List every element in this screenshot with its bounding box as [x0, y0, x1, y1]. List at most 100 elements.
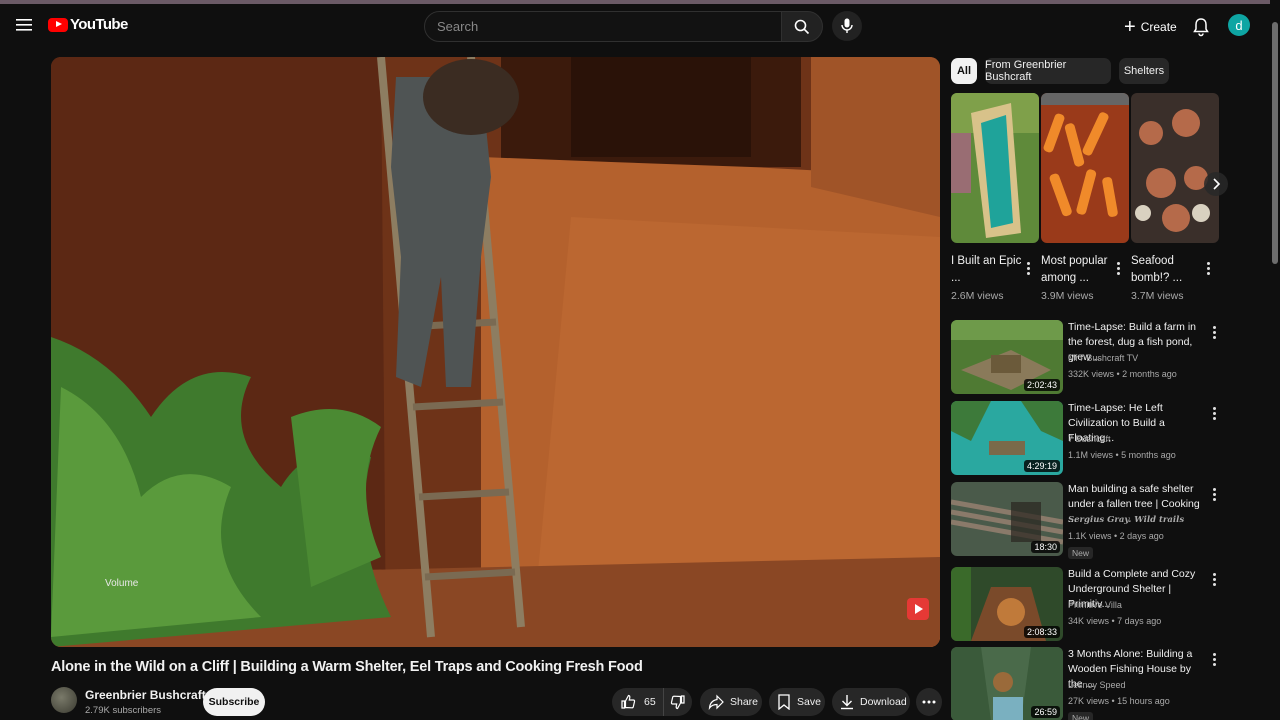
chevron-right-icon	[1213, 178, 1221, 190]
short-menu-button[interactable]	[1203, 258, 1213, 278]
video-menu-button[interactable]	[1209, 322, 1219, 342]
recommended-video[interactable]: 4:29:19 Time-Lapse: He Left Civilization…	[951, 401, 1221, 477]
notifications-bell-icon[interactable]	[1190, 16, 1212, 38]
youtube-logo[interactable]: YouTube	[48, 16, 128, 33]
more-vertical-icon	[1203, 258, 1213, 278]
account-avatar[interactable]: d	[1228, 14, 1250, 36]
recommended-video[interactable]: 2:02:43 Time-Lapse: Build a farm in the …	[951, 320, 1221, 396]
video-meta: 27K views • 15 hours ago	[1068, 696, 1170, 706]
channel-name[interactable]: MrT Bushcraft TV	[1068, 353, 1138, 363]
top-header: YouTube + Create d	[0, 4, 1280, 50]
more-vertical-icon	[1209, 484, 1219, 504]
new-badge: New	[1068, 547, 1094, 559]
dislike-button[interactable]	[664, 688, 692, 716]
volume-tooltip: Volume	[105, 578, 139, 589]
create-label: Create	[1140, 20, 1177, 34]
more-vertical-icon	[1209, 322, 1219, 342]
video-meta: 34K views • 7 days ago	[1068, 616, 1162, 626]
short-item[interactable]: Seafood bomb!? ... 3.7M views	[1131, 93, 1219, 302]
more-actions-button[interactable]	[916, 688, 942, 716]
chip-shelters[interactable]: Shelters	[1119, 58, 1169, 84]
short-menu-button[interactable]	[1023, 258, 1033, 278]
scrollbar-thumb[interactable]	[1272, 22, 1278, 264]
logo-text: YouTube	[70, 16, 128, 33]
channel-name[interactable]: Sergius Gray. Wild trails	[1068, 515, 1184, 525]
more-vertical-icon	[1023, 258, 1033, 278]
create-button[interactable]: + Create	[1116, 14, 1185, 40]
video-duration: 2:08:33	[1023, 626, 1060, 638]
video-thumbnail[interactable]: 26:59	[951, 647, 1063, 720]
short-views: 2.6M views	[951, 290, 1004, 302]
subscribe-button[interactable]: Subscribe	[203, 688, 265, 716]
video-menu-button[interactable]	[1209, 649, 1219, 669]
video-duration: 18:30	[1031, 541, 1060, 553]
recommended-video[interactable]: 18:30 Man building a safe shelter under …	[951, 482, 1221, 559]
save-label: Save	[797, 696, 821, 708]
short-title[interactable]: Seafood bomb!? ...	[1131, 253, 1203, 287]
save-button[interactable]: Save	[769, 688, 825, 716]
voice-search-button[interactable]	[832, 11, 862, 41]
video-menu-button[interactable]	[1209, 403, 1219, 423]
video-menu-button[interactable]	[1209, 569, 1219, 589]
new-badge: New	[1068, 712, 1094, 720]
shorts-next-button[interactable]	[1204, 172, 1228, 196]
video-menu-button[interactable]	[1209, 484, 1219, 504]
download-label: Download	[860, 696, 907, 708]
more-horizontal-icon	[922, 700, 936, 704]
microphone-icon	[841, 18, 853, 33]
thumbs-up-icon	[621, 694, 636, 709]
download-button[interactable]: Download	[832, 688, 910, 716]
recommended-video[interactable]: 2:08:33 Build a Complete and Cozy Underg…	[951, 567, 1221, 643]
video-duration: 26:59	[1031, 706, 1060, 718]
more-vertical-icon	[1209, 403, 1219, 423]
short-views: 3.7M views	[1131, 290, 1184, 302]
share-button[interactable]: Share	[700, 688, 762, 716]
more-vertical-icon	[1209, 569, 1219, 589]
video-player[interactable]: Volume	[51, 57, 940, 647]
video-thumbnail[interactable]: 4:29:19	[951, 401, 1063, 475]
like-dislike-group: 65	[612, 688, 692, 716]
short-menu-button[interactable]	[1113, 258, 1123, 278]
video-title: Alone in the Wild on a Cliff | Building …	[51, 659, 643, 675]
short-title[interactable]: Most popular among ...	[1041, 253, 1113, 287]
channel-avatar[interactable]	[51, 687, 77, 713]
share-icon	[708, 694, 724, 710]
video-thumbnail[interactable]: 2:02:43	[951, 320, 1063, 394]
short-thumbnail[interactable]	[1131, 93, 1219, 243]
channel-name[interactable]: Greenbrier Bushcraft	[85, 688, 206, 702]
video-thumbnail[interactable]: 2:08:33	[951, 567, 1063, 641]
short-item[interactable]: Most popular among ... 3.9M views	[1041, 93, 1129, 302]
download-icon	[841, 695, 853, 710]
short-title[interactable]: I Built an Epic ...	[951, 253, 1023, 287]
like-button[interactable]: 65	[612, 688, 664, 716]
youtube-play-icon	[48, 17, 68, 32]
thumbs-down-icon	[670, 695, 685, 710]
video-duration: 2:02:43	[1023, 379, 1060, 391]
video-meta: 1.1M views • 5 months ago	[1068, 450, 1176, 460]
bookmark-icon	[778, 694, 790, 710]
search-icon	[794, 19, 810, 34]
search-button[interactable]	[781, 11, 823, 42]
youtube-watermark-icon[interactable]	[907, 598, 929, 620]
channel-name[interactable]: Primitive Villa	[1068, 600, 1122, 610]
hamburger-menu-icon[interactable]	[12, 13, 36, 37]
short-thumbnail[interactable]	[1041, 93, 1129, 243]
like-count: 65	[644, 696, 656, 708]
chip-from-channel[interactable]: From Greenbrier Bushcraft	[985, 58, 1111, 84]
video-thumbnail[interactable]: 18:30	[951, 482, 1063, 556]
video-meta: 1.1K views • 2 days ago	[1068, 531, 1164, 541]
channel-name[interactable]: Lesnoy Speed	[1068, 680, 1126, 690]
short-item[interactable]: I Built an Epic ... 2.6M views	[951, 93, 1039, 302]
share-label: Share	[730, 696, 759, 708]
search-box	[424, 11, 782, 42]
channel-name[interactable]: 7 Bushcaft	[1068, 434, 1111, 444]
chip-all[interactable]: All	[951, 58, 977, 84]
page-scrollbar[interactable]	[1270, 0, 1280, 720]
search-input[interactable]	[425, 12, 781, 41]
more-vertical-icon	[1113, 258, 1123, 278]
video-duration: 4:29:19	[1023, 460, 1060, 472]
short-thumbnail[interactable]	[951, 93, 1039, 243]
subscriber-count: 2.79K subscribers	[85, 705, 162, 716]
video-frame	[51, 57, 940, 647]
recommended-video[interactable]: 26:59 3 Months Alone: Building a Wooden …	[951, 647, 1221, 720]
